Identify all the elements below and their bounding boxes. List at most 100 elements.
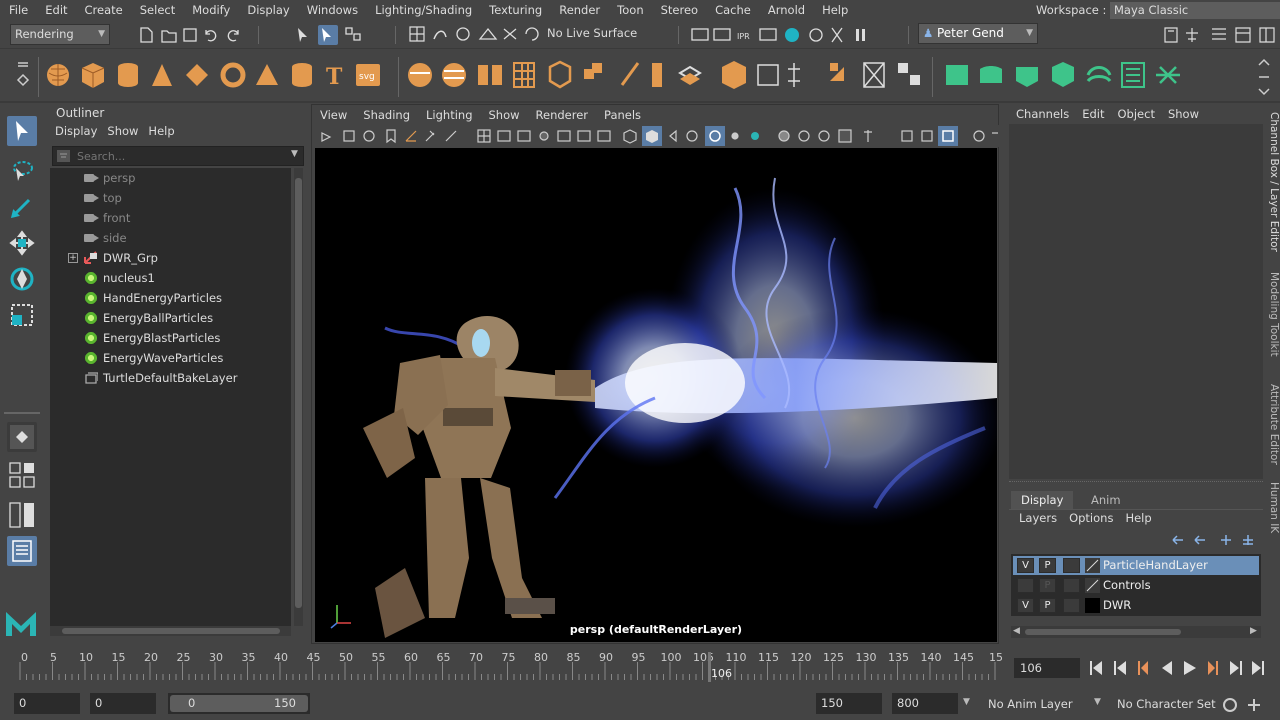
chevron-down-icon[interactable]: ▼ (1094, 697, 1101, 707)
outliner-item-persp[interactable]: persp (50, 168, 291, 188)
tab-attribute-editor[interactable]: Attribute Editor (1264, 384, 1280, 465)
viewport-menu-view[interactable]: View (312, 108, 355, 122)
outliner-menu-show[interactable]: Show (106, 124, 147, 138)
panel-toolbar[interactable] (312, 125, 1000, 147)
outliner-menu-help[interactable]: Help (147, 124, 183, 138)
current-frame-field[interactable]: 106 (1014, 658, 1080, 678)
outliner-item-top[interactable]: top (50, 188, 291, 208)
user-account-dropdown[interactable]: ♟ Peter Gend ▼ (918, 23, 1038, 44)
range-slider[interactable]: 0 150 (168, 693, 310, 714)
layer-color-swatch[interactable] (1085, 578, 1100, 593)
panel-splitter[interactable] (1009, 481, 1263, 484)
time-ruler[interactable]: 0 5 10 15 20 25 30 35 40 45 50 55 60 65 70 75 80 85 90 95 10… (12, 650, 1004, 686)
scene-end-field[interactable]: 800 (892, 693, 958, 714)
viewport-3d-canvas[interactable]: persp (defaultRenderLayer) (315, 148, 997, 642)
menu-lighting-shading[interactable]: Lighting/Shading (366, 3, 480, 17)
chevron-right-icon[interactable]: ▶ (1250, 626, 1257, 636)
channel-box-menu-edit[interactable]: Edit (1081, 107, 1116, 121)
panel-toggle-icons[interactable] (1162, 25, 1280, 45)
four-view-layout-icon[interactable] (7, 460, 37, 490)
playback-toggle[interactable]: P (1039, 578, 1056, 593)
outliner-item-handenergyparticles[interactable]: HandEnergyParticles (50, 288, 291, 308)
outliner-search-field[interactable]: ▼ (52, 146, 304, 166)
menu-windows[interactable]: Windows (298, 3, 366, 17)
outliner-item-side[interactable]: side (50, 228, 291, 248)
channel-box-content[interactable] (1009, 124, 1263, 479)
menu-set-dropdown[interactable]: Rendering ▼ (10, 24, 110, 45)
layer-row-dwr[interactable]: V P DWR (1013, 596, 1259, 615)
outliner-item-turtledefaultbakelayer[interactable]: TurtleDefaultBakeLayer (50, 368, 291, 388)
menu-texturing[interactable]: Texturing (480, 3, 550, 17)
filter-icon[interactable] (56, 149, 72, 163)
display-type-toggle[interactable] (1063, 598, 1080, 613)
playback-toggle[interactable]: P (1039, 558, 1056, 573)
visibility-toggle[interactable] (1017, 578, 1034, 593)
shelf-dynamics-icons[interactable] (942, 59, 1182, 93)
scrollbar-thumb[interactable] (1025, 629, 1181, 635)
selection-mask-icons[interactable] (294, 25, 374, 45)
scrollbar-thumb[interactable] (295, 178, 302, 608)
maya-logo-icon[interactable] (4, 608, 38, 638)
menu-select[interactable]: Select (131, 3, 183, 17)
viewport-menu-panels[interactable]: Panels (596, 108, 649, 122)
outliner-vertical-scrollbar[interactable] (294, 168, 303, 626)
shelf-tabs-icon[interactable] (14, 59, 34, 93)
layer-color-swatch[interactable] (1085, 598, 1100, 613)
scrollbar-thumb[interactable] (62, 628, 280, 634)
layer-horizontal-scrollbar[interactable]: ◀ ▶ (1011, 626, 1261, 638)
menu-stereo[interactable]: Stereo (652, 3, 706, 17)
playback-toggle[interactable]: P (1039, 598, 1056, 613)
scene-start-field[interactable]: 0 (14, 693, 80, 714)
preferences-icons[interactable] (1220, 695, 1278, 715)
visibility-toggle[interactable]: V (1017, 598, 1034, 613)
menu-render[interactable]: Render (550, 3, 608, 17)
lasso-tool-button[interactable] (7, 156, 37, 186)
tab-modeling-toolkit[interactable]: Modeling Toolkit (1264, 272, 1280, 357)
layer-menu-layers[interactable]: Layers (1019, 511, 1069, 525)
menu-help[interactable]: Help (813, 3, 856, 17)
viewport-menu-shading[interactable]: Shading (355, 108, 418, 122)
menu-create[interactable]: Create (76, 3, 131, 17)
outliner-layout-button[interactable] (7, 536, 37, 566)
chevron-left-icon[interactable]: ◀ (1013, 626, 1020, 636)
chevron-down-icon[interactable]: ▼ (963, 697, 970, 707)
render-icons[interactable]: IPR (690, 25, 880, 45)
viewport-menu-lighting[interactable]: Lighting (418, 108, 480, 122)
single-perspective-layout-button[interactable] (7, 422, 37, 452)
scale-tool-button[interactable] (7, 300, 37, 330)
tab-human-ik[interactable]: Human IK (1264, 482, 1280, 533)
anim-start-field[interactable]: 0 (90, 693, 156, 714)
range-slider-thumb[interactable]: 0 150 (170, 695, 308, 712)
outliner-item-energyballparticles[interactable]: EnergyBallParticles (50, 308, 291, 328)
menu-edit[interactable]: Edit (36, 3, 75, 17)
menu-arnold[interactable]: Arnold (759, 3, 813, 17)
workspace-select[interactable]: Maya Classic (1110, 2, 1280, 19)
expand-plus-icon[interactable]: + (68, 253, 78, 263)
layer-color-swatch[interactable] (1085, 558, 1100, 573)
shelf-modeling-icons[interactable] (404, 59, 924, 93)
shelf-primitive-icons[interactable]: T svg (44, 61, 394, 91)
viewport-menu-show[interactable]: Show (481, 108, 528, 122)
character-set-label[interactable]: No Character Set (1117, 697, 1216, 711)
snap-icons[interactable] (408, 25, 543, 45)
tab-anim[interactable]: Anim (1081, 491, 1131, 509)
outliner-horizontal-scrollbar[interactable] (50, 626, 291, 636)
viewport-menu-renderer[interactable]: Renderer (528, 108, 597, 122)
layer-menu-options[interactable]: Options (1069, 511, 1125, 525)
menu-display[interactable]: Display (238, 3, 297, 17)
channel-box-menu-show[interactable]: Show (1167, 107, 1211, 121)
channel-box-menu-object[interactable]: Object (1117, 107, 1167, 121)
move-tool-button[interactable] (7, 228, 37, 258)
outliner-menu-display[interactable]: Display (54, 124, 106, 138)
outliner-item-front[interactable]: front (50, 208, 291, 228)
paint-select-tool-button[interactable] (7, 192, 37, 222)
layer-action-icons[interactable] (1169, 532, 1263, 548)
search-input[interactable] (77, 148, 277, 164)
layer-row-controls[interactable]: P Controls (1013, 576, 1259, 595)
visibility-toggle[interactable]: V (1017, 558, 1034, 573)
rotate-tool-button[interactable] (7, 264, 37, 294)
playback-controls[interactable] (1088, 658, 1274, 678)
outliner-item-dwr-grp[interactable]: + DWR_Grp (50, 248, 291, 268)
time-slider[interactable]: 0 5 10 15 20 25 30 35 40 45 50 55 60 65 70 75 80 85 90 95 10… (0, 650, 1280, 686)
tab-display[interactable]: Display (1011, 491, 1074, 509)
